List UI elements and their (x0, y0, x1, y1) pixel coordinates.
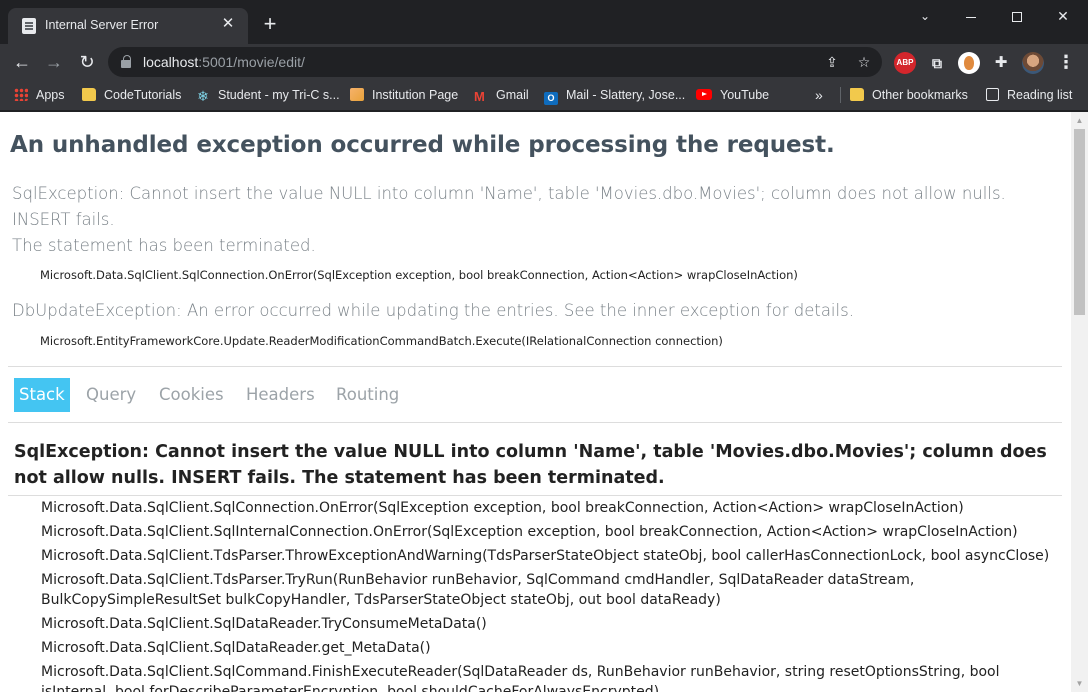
exception-title: SqlException: Cannot insert the value NU… (12, 181, 1062, 259)
extension-icon[interactable] (958, 52, 980, 74)
reading-list-button[interactable]: Reading list (986, 84, 1072, 106)
tab-strip: Internal Server Error ✕ + ⌄ ✕ (0, 0, 1088, 44)
maximize-button[interactable] (994, 4, 1040, 28)
browser-menu-icon[interactable]: ⋮ (1056, 52, 1076, 74)
profile-avatar[interactable] (1022, 52, 1044, 74)
stack-frame[interactable]: Microsoft.Data.SqlClient.SqlConnection.O… (41, 498, 1061, 518)
minimize-button[interactable] (948, 4, 994, 28)
tab-stack[interactable]: Stack (14, 378, 70, 412)
stack-frame[interactable]: Microsoft.Data.SqlClient.SqlDataReader.g… (41, 638, 1061, 658)
folder-icon (82, 88, 96, 101)
folder-icon (850, 88, 864, 101)
browser-tab[interactable]: Internal Server Error ✕ (8, 8, 248, 44)
tab-title: Internal Server Error (45, 18, 159, 32)
bookmark-student[interactable]: ❄ Student - my Tri-C s... (196, 84, 339, 106)
stack-frame[interactable]: Microsoft.Data.SqlClient.SqlDataReader.T… (41, 614, 1061, 634)
url-text[interactable]: localhost:5001/movie/edit/ (143, 54, 305, 70)
exception-submessage: The statement has been terminated. (12, 236, 316, 255)
forward-arrow-icon[interactable]: → (40, 48, 68, 76)
browser-toolbar: ← → ↻ localhost:5001/movie/edit/ ⇪ ☆ ABP… (0, 44, 1088, 80)
institution-icon (350, 88, 364, 101)
bookmark-star-icon[interactable]: ☆ (854, 52, 874, 72)
exception-title: DbUpdateException: An error occurred whi… (12, 301, 854, 320)
gmail-icon: M (474, 89, 485, 104)
new-tab-button[interactable]: + (258, 13, 282, 37)
bookmark-apps[interactable]: Apps (14, 84, 65, 106)
bookmarks-bar: Apps CodeTutorials ❄ Student - my Tri-C s… (0, 80, 1088, 111)
exception-location: Microsoft.Data.SqlClient.SqlConnection.O… (40, 268, 798, 282)
youtube-icon (696, 89, 712, 100)
outlook-icon: O (544, 92, 558, 105)
more-bookmarks-chevron-icon[interactable]: » (815, 84, 823, 106)
adblock-plus-icon[interactable]: ABP (894, 52, 916, 74)
reload-icon[interactable]: ↻ (73, 48, 101, 76)
apps-grid-icon (14, 88, 28, 101)
exception-message: SqlException: Cannot insert the value NU… (12, 184, 1006, 229)
bookmark-mail[interactable]: O Mail - Slattery, Jose... (544, 84, 685, 106)
snowflake-icon: ❄ (197, 88, 209, 104)
bookmarks-divider (840, 87, 841, 103)
scrollbar-thumb[interactable] (1074, 129, 1085, 315)
bookmark-youtube[interactable]: YouTube (696, 84, 769, 106)
share-icon[interactable]: ⇪ (822, 52, 842, 72)
extensions-puzzle-icon[interactable]: ✚ (990, 52, 1012, 74)
tab-cookies[interactable]: Cookies (159, 378, 224, 412)
page-icon (22, 18, 36, 34)
divider (8, 495, 1062, 496)
error-page: An unhandled exception occurred while pr… (0, 112, 1071, 692)
browser-window: Internal Server Error ✕ + ⌄ ✕ ← → ↻ loca… (0, 0, 1088, 692)
bookmark-other-bookmarks[interactable]: Other bookmarks (850, 84, 968, 106)
stack-frame[interactable]: Microsoft.Data.SqlClient.SqlInternalConn… (41, 522, 1061, 542)
bookmark-gmail[interactable]: M Gmail (474, 84, 529, 106)
close-tab-icon[interactable]: ✕ (218, 14, 238, 34)
lock-icon[interactable] (121, 55, 131, 68)
address-bar[interactable]: localhost:5001/movie/edit/ ⇪ ☆ (108, 47, 882, 77)
vertical-scrollbar[interactable]: ▲ ▼ (1071, 112, 1088, 692)
stack-frame[interactable]: Microsoft.Data.SqlClient.SqlCommand.Fini… (41, 662, 1061, 692)
reader-extension-icon[interactable]: ⧉ (926, 52, 948, 74)
back-arrow-icon[interactable]: ← (8, 48, 36, 76)
scroll-up-arrow-icon[interactable]: ▲ (1071, 112, 1088, 129)
scroll-down-arrow-icon[interactable]: ▼ (1071, 675, 1088, 692)
tab-routing[interactable]: Routing (336, 378, 399, 412)
tab-query[interactable]: Query (86, 378, 136, 412)
tab-search-chevron-icon[interactable]: ⌄ (902, 4, 948, 28)
tab-headers[interactable]: Headers (246, 378, 315, 412)
exception-location: Microsoft.EntityFrameworkCore.Update.Rea… (40, 334, 723, 348)
stack-frame[interactable]: Microsoft.Data.SqlClient.TdsParser.TryRu… (41, 570, 1061, 610)
reading-list-icon (986, 88, 999, 101)
page-title: An unhandled exception occurred while pr… (10, 132, 835, 158)
stack-exception-title: SqlException: Cannot insert the value NU… (14, 442, 1047, 488)
page-viewport: An unhandled exception occurred while pr… (0, 112, 1088, 692)
stack-frame-list: Microsoft.Data.SqlClient.SqlConnection.O… (41, 498, 1061, 692)
bookmark-institution-page[interactable]: Institution Page (350, 84, 458, 106)
bookmark-codetutorials[interactable]: CodeTutorials (82, 84, 181, 106)
divider (8, 366, 1062, 367)
close-window-button[interactable]: ✕ (1040, 4, 1086, 28)
divider (8, 422, 1062, 423)
stack-frame[interactable]: Microsoft.Data.SqlClient.TdsParser.Throw… (41, 546, 1061, 566)
